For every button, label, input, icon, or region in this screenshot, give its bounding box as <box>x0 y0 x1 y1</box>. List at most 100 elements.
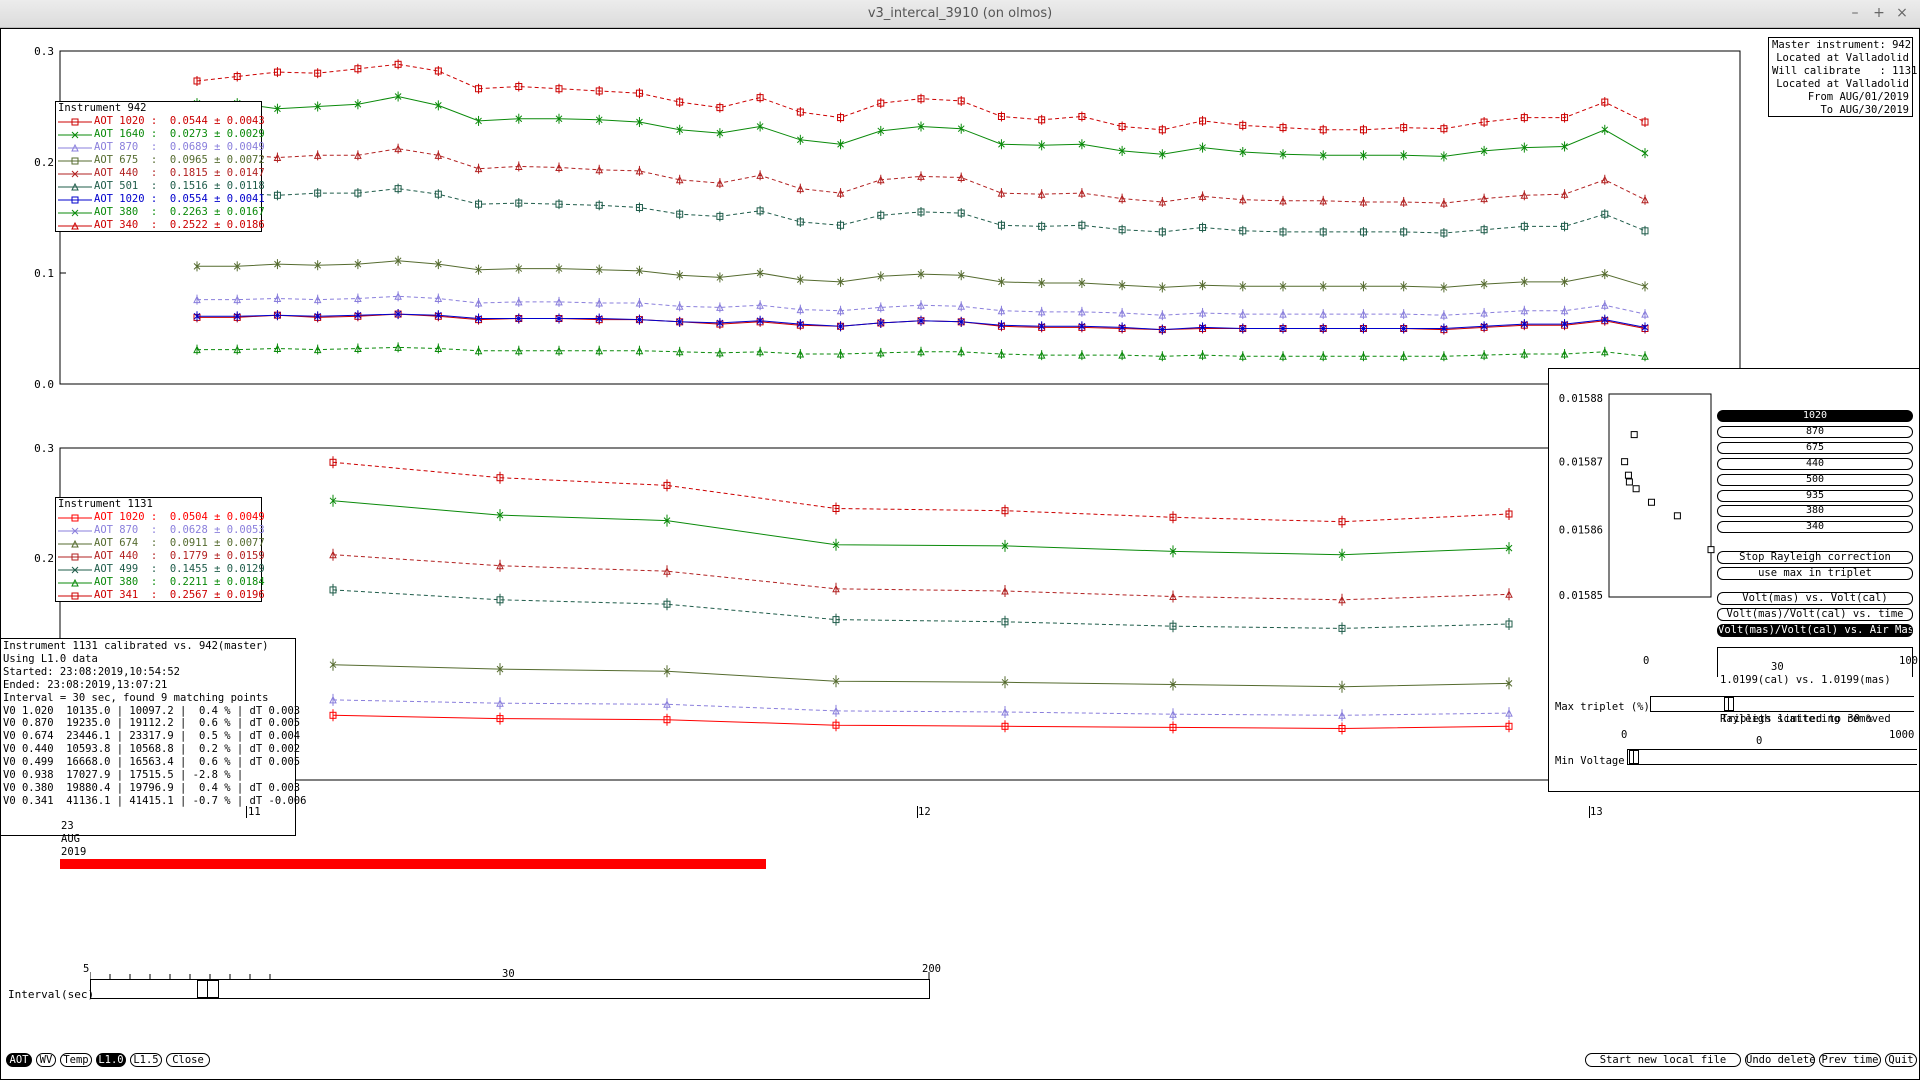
legend-value: 0.0273 ± 0.0029 <box>169 128 265 140</box>
legend-label: AOT 1020 : <box>94 115 170 127</box>
plot-frame <box>59 447 1741 781</box>
wavelength-button-675[interactable]: 675 <box>1717 441 1913 454</box>
calibration-line: V0 0.870 19235.0 | 19112.2 | 0.6 % | dT … <box>3 717 301 730</box>
wavelength-button-340[interactable]: 340 <box>1717 521 1913 534</box>
calibration-control-panel: 0.015880.015870.015860.015851.15 1020870… <box>1548 368 1920 792</box>
legend-instrument-1131: Instrument 1131 AOT 1020 : 0.0504 ± 0.004… <box>55 497 265 602</box>
legend-value: 0.2567 ± 0.0196 <box>169 589 265 601</box>
scatter-point <box>1625 478 1633 486</box>
wavelength-button-935[interactable]: 935 <box>1717 489 1913 502</box>
legend-instrument-942: Instrument 942 AOT 1020 : 0.0544 ± 0.0043… <box>55 101 265 232</box>
date-year: 2019 <box>61 846 87 858</box>
interval-slider-ticks <box>90 972 930 980</box>
max-triplet-slider[interactable] <box>1650 696 1914 712</box>
series-line <box>332 714 1510 730</box>
min-voltage-max: 1000 <box>1889 729 1915 741</box>
legend-value: 0.0628 ± 0.0053 <box>169 524 265 536</box>
quit-button[interactable]: Quit <box>1885 1053 1917 1067</box>
calibration-line: Instrument 1131 calibrated vs. 942(maste… <box>3 640 269 652</box>
close-icon[interactable]: × <box>1893 5 1911 21</box>
ratio-vs-airmass-button[interactable]: Volt(mas)/Volt(cal) vs. Air Mass <box>1717 624 1913 637</box>
date-day: 23 <box>61 820 74 832</box>
ratio-text: 1.0199(cal) vs. 1.0199(mas) <box>1720 674 1891 686</box>
l10-button[interactable]: L1.0 <box>96 1053 126 1067</box>
min-voltage-slider-handle[interactable] <box>1629 750 1639 764</box>
ratio-vs-time-button[interactable]: Volt(mas)/Volt(cal) vs. time <box>1717 608 1913 621</box>
main-canvas: 0.3 0.2 0.1 0.0 0.3 0.2 Master instrument: 9… <box>0 28 1920 1080</box>
interval-label: Interval(sec) <box>8 988 95 1001</box>
min-voltage-slider[interactable] <box>1627 749 1917 765</box>
maximize-icon[interactable]: + <box>1870 5 1888 21</box>
legend-value: 0.0965 ± 0.0072 <box>169 154 265 166</box>
series-line <box>332 699 1510 716</box>
temp-button[interactable]: Temp <box>60 1053 92 1067</box>
legend-marker-icon <box>58 221 92 230</box>
legend-item: AOT 870 : 0.0689 ± 0.0049 <box>56 141 265 154</box>
use-max-in-triplet-button[interactable]: use max in triplet <box>1717 567 1913 580</box>
volt-vs-volt-button[interactable]: Volt(mas) vs. Volt(cal) <box>1717 592 1913 605</box>
legend-marker-icon <box>58 539 92 548</box>
legend-label: AOT 440 : <box>94 167 170 179</box>
minimize-icon[interactable]: – <box>1846 5 1864 21</box>
start-new-local-file-button[interactable]: Start new local file <box>1585 1053 1741 1067</box>
series-line <box>332 461 1510 523</box>
aot-button[interactable]: AOT <box>6 1053 32 1067</box>
calibration-line: V0 0.938 17027.9 | 17515.5 | -2.8 % | <box>3 769 244 782</box>
legend-item: AOT 1020 : 0.0544 ± 0.0043 <box>56 115 265 128</box>
wavelength-button-380[interactable]: 380 <box>1717 505 1913 518</box>
legend-item: AOT 340 : 0.2522 ± 0.0186 <box>56 219 265 232</box>
calibration-line: V0 1.020 10135.0 | 10097.2 | 0.4 % | dT … <box>3 704 301 717</box>
legend-label: AOT 340 : <box>94 219 170 231</box>
legend-marker-icon <box>58 170 92 178</box>
time-coverage-bar[interactable] <box>60 859 766 869</box>
window-titlebar[interactable]: v3_intercal_3910 (on olmos) – + × <box>0 0 1920 28</box>
legend-title: Instrument 1131 <box>58 498 153 510</box>
legend-label: AOT 870 : <box>94 141 170 153</box>
legend-item: AOT 675 : 0.0965 ± 0.0072 <box>56 154 265 167</box>
wv-button[interactable]: WV <box>36 1053 56 1067</box>
l15-button[interactable]: L1.5 <box>130 1053 162 1067</box>
legend-marker-icon <box>58 578 92 587</box>
legend-value: 0.2211 ± 0.0184 <box>169 576 265 588</box>
legend-label: AOT 675 : <box>94 154 170 166</box>
legend-item: AOT 1020 : 0.0554 ± 0.0041 <box>56 193 265 206</box>
interval-slider-handle[interactable] <box>196 980 219 998</box>
undo-delete-button[interactable]: Undo delete <box>1745 1053 1816 1067</box>
legend-value: 0.0554 ± 0.0041 <box>169 193 265 205</box>
wavelength-button-500[interactable]: 500 <box>1717 473 1913 486</box>
info-line: Located at Valladolid <box>1776 78 1909 90</box>
series-line <box>332 500 1510 556</box>
interval-min: 5 <box>83 963 90 975</box>
max-triplet-note: Triplets limited to 30 % <box>1721 713 1873 725</box>
legend-label: AOT 1020 : <box>94 511 170 523</box>
wavelength-button-1020[interactable]: 1020 <box>1717 410 1913 422</box>
y-tick-label: 0.2 <box>34 552 54 565</box>
calibration-line: V0 0.440 10593.8 | 10568.8 | 0.2 % | dT … <box>3 743 301 756</box>
max-triplet-label: Max triplet (%) <box>1555 701 1650 713</box>
wavelength-button-440[interactable]: 440 <box>1717 457 1913 470</box>
info-line: Will calibrate : 1131 <box>1772 65 1918 77</box>
triplet-scatter-plot[interactable]: 0.015880.015870.015860.015851.15 <box>1549 369 1719 599</box>
wavelength-button-870[interactable]: 870 <box>1717 425 1913 438</box>
legend-label: AOT 1640 : <box>94 128 170 140</box>
calibration-line: Using L1.0 data <box>3 652 98 665</box>
scatter-point <box>1673 512 1681 520</box>
legend-marker-icon <box>58 527 92 535</box>
max-triplet-mid: 30 <box>1771 661 1784 673</box>
legend-item: AOT 380 : 0.2263 ± 0.0167 <box>56 206 265 219</box>
legend-marker-icon <box>58 592 92 600</box>
max-triplet-slider-handle[interactable] <box>1724 697 1735 711</box>
prev-time-button[interactable]: Prev time <box>1819 1053 1881 1067</box>
scatter-y-tick-label: 0.01586 <box>1559 524 1603 536</box>
scatter-y-tick-label: 0.01585 <box>1559 590 1603 599</box>
legend-value: 0.0911 ± 0.0077 <box>169 537 265 549</box>
close-button[interactable]: Close <box>166 1053 210 1067</box>
legend-value: 0.2522 ± 0.0186 <box>169 219 265 231</box>
info-line: Master instrument: 942 <box>1772 39 1912 51</box>
legend-value: 0.1815 ± 0.0147 <box>169 167 265 179</box>
legend-marker-icon <box>58 566 92 574</box>
legend-marker-icon <box>58 209 92 217</box>
stop-rayleigh-correction-button[interactable]: Stop Rayleigh correction <box>1717 551 1913 564</box>
time-tickmark <box>246 806 247 818</box>
legend-label: AOT 341 : <box>94 589 170 601</box>
